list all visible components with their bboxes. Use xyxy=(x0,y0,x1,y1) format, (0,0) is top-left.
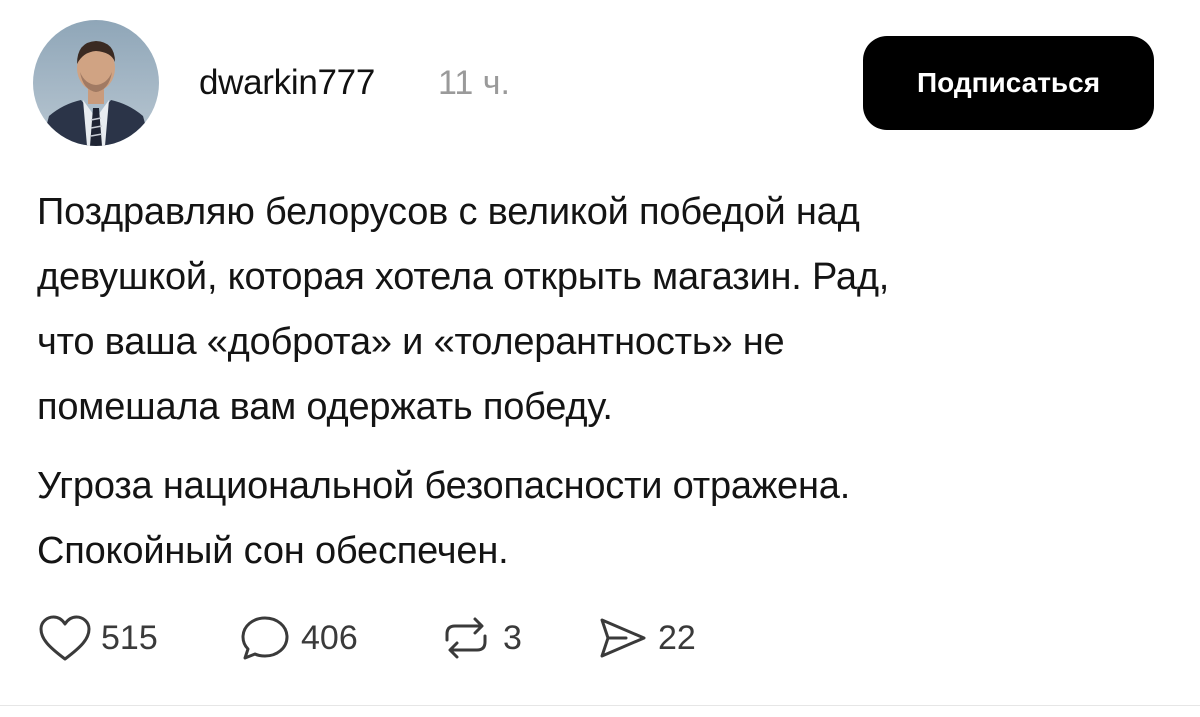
post-text-line: Спокойный сон обеспечен. xyxy=(37,530,509,572)
send-icon xyxy=(594,612,650,664)
post-card: dwarkin777 11 ч. Подписаться Поздравляю … xyxy=(0,0,1200,717)
subscribe-button[interactable]: Подписаться xyxy=(863,36,1154,130)
post-text-line: Угроза национальной безопасности отражен… xyxy=(37,465,851,507)
comment-bubble-icon xyxy=(237,612,293,664)
share-count: 22 xyxy=(658,618,696,657)
divider xyxy=(0,705,1200,706)
repost-button[interactable]: 3 xyxy=(437,608,522,668)
like-count: 515 xyxy=(101,618,158,657)
post-text-line: что ваша «доброта» и «толерантность» не xyxy=(37,321,785,363)
post-timestamp: 11 ч. xyxy=(438,64,510,102)
post-text-line: Поздравляю белорусов с великой победой н… xyxy=(37,191,860,233)
avatar-image xyxy=(33,20,159,146)
heart-icon xyxy=(37,613,93,663)
post-text-line: девушкой, которая хотела открыть магазин… xyxy=(37,256,890,298)
post-text-line: помешала вам одержать победу. xyxy=(37,386,613,428)
like-button[interactable]: 515 xyxy=(37,608,158,668)
comment-button[interactable]: 406 xyxy=(237,608,358,668)
author-username[interactable]: dwarkin777 xyxy=(199,63,375,103)
post-paragraph-2: Угроза национальной безопасности отражен… xyxy=(37,454,1137,584)
repost-count: 3 xyxy=(503,618,522,657)
share-button[interactable]: 22 xyxy=(594,608,696,668)
avatar[interactable] xyxy=(33,20,159,146)
comment-count: 406 xyxy=(301,618,358,657)
post-paragraph-1: Поздравляю белорусов с великой победой н… xyxy=(37,180,1137,440)
repost-icon xyxy=(437,612,495,664)
